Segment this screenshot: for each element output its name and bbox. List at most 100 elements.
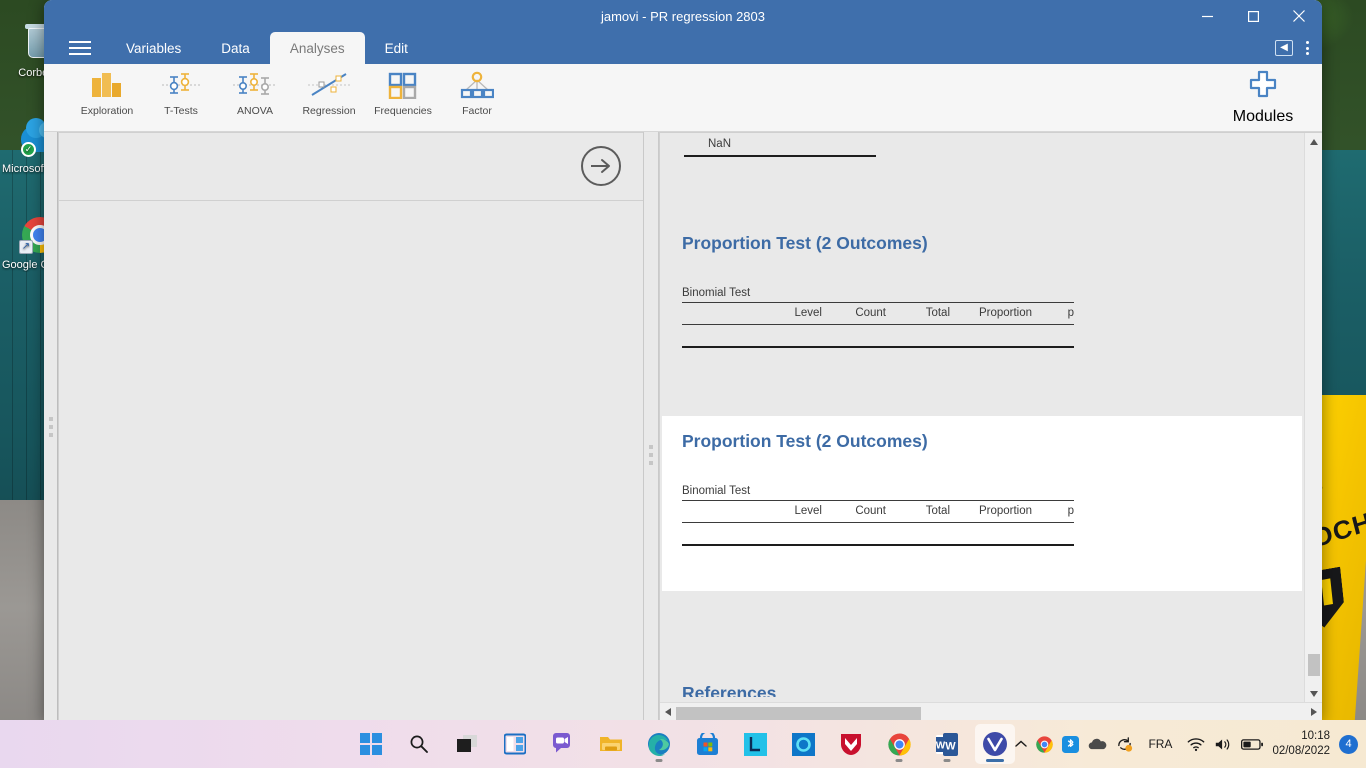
ribbon-button-factor[interactable]: Factor — [440, 70, 514, 128]
ribbon-label: Exploration — [80, 105, 134, 117]
mcafee-shield-icon — [841, 733, 861, 755]
file-explorer-button[interactable] — [591, 724, 631, 764]
toggle-results-panel-icon[interactable]: ◀ — [1275, 40, 1293, 56]
scroll-left-arrow[interactable] — [660, 707, 676, 718]
left-splitter-handle[interactable] — [44, 132, 58, 722]
tray-wifi-icon[interactable] — [1187, 737, 1205, 752]
hide-options-arrow-button[interactable] — [581, 146, 621, 186]
microsoft-store-button[interactable] — [687, 724, 727, 764]
maximize-button[interactable] — [1230, 0, 1276, 32]
more-options-icon[interactable] — [1301, 41, 1314, 55]
system-tray: FRA 10:18 02/08/2022 4 — [1015, 720, 1358, 768]
svg-text:W: W — [945, 740, 956, 752]
taskbar-apps: W W — [351, 720, 1015, 768]
modules-button[interactable]: Modules — [1226, 70, 1300, 128]
tab-analyses[interactable]: Analyses — [269, 32, 365, 64]
mcafee-button[interactable] — [831, 724, 871, 764]
tray-language-indicator[interactable]: FRA — [1148, 737, 1172, 751]
tab-edit[interactable]: Edit — [365, 32, 428, 64]
ribbon-label: Frequencies — [374, 105, 432, 117]
scroll-right-arrow[interactable] — [1306, 707, 1322, 718]
panel-splitter-handle[interactable] — [643, 132, 659, 722]
lexibar-button[interactable] — [735, 724, 775, 764]
col-header: Proportion — [950, 302, 1032, 325]
jamovi-button[interactable] — [975, 724, 1015, 764]
table-caption: Binomial Test — [682, 287, 751, 299]
factor-icon — [460, 70, 494, 100]
ribbon-label: Factor — [462, 105, 492, 117]
blue-circle-app-icon — [791, 732, 815, 756]
col-header: Level — [760, 500, 822, 523]
clock-date: 02/08/2022 — [1272, 745, 1330, 757]
col-header — [682, 302, 760, 325]
scroll-up-arrow[interactable] — [1305, 133, 1322, 150]
widgets-icon — [504, 733, 526, 755]
table-row — [682, 522, 1074, 546]
results-panel: NaN Proportion Test (2 Outcomes) Binomia… — [659, 132, 1322, 722]
title-bar: jamovi - PR regression 2803 — [44, 0, 1322, 32]
ribbon-label: T-Tests — [164, 105, 198, 117]
window-controls — [1184, 0, 1322, 32]
ribbon-label: Regression — [302, 105, 356, 117]
plus-icon — [1249, 70, 1277, 103]
binomial-test-table: Level Count Total Proportion p — [682, 302, 1074, 348]
horizontal-scroll-thumb[interactable] — [676, 707, 921, 720]
blue-circle-app-button[interactable] — [783, 724, 823, 764]
ribbon-button-anova[interactable]: ANOVA — [218, 70, 292, 128]
task-view-button[interactable] — [447, 724, 487, 764]
col-header: Proportion — [950, 500, 1032, 523]
hamburger-menu-icon[interactable] — [54, 32, 106, 64]
folder-icon — [600, 737, 622, 751]
analysis-block-selected[interactable]: Proportion Test (2 Outcomes) Binomial Te… — [662, 416, 1302, 591]
edge-button[interactable] — [639, 724, 679, 764]
col-header: Count — [822, 500, 886, 523]
col-header: Count — [822, 302, 886, 325]
tray-onedrive-icon[interactable] — [1088, 737, 1107, 751]
results-vertical-scrollbar[interactable] — [1304, 133, 1322, 702]
ribbon-button-regression[interactable]: Regression — [292, 70, 366, 128]
analysis-block[interactable]: Proportion Test (2 Outcomes) Binomial Te… — [682, 233, 1074, 348]
results-horizontal-scrollbar[interactable] — [660, 702, 1322, 722]
col-header — [682, 500, 760, 523]
ribbon-button-t-tests[interactable]: T-Tests — [144, 70, 218, 128]
tray-chrome-icon[interactable] — [1036, 735, 1054, 753]
vertical-scroll-thumb[interactable] — [1308, 654, 1320, 676]
chrome-button[interactable] — [879, 724, 919, 764]
scroll-down-arrow[interactable] — [1305, 685, 1322, 702]
tray-volume-icon[interactable] — [1214, 737, 1232, 752]
tab-variables[interactable]: Variables — [106, 32, 201, 64]
ribbon-button-frequencies[interactable]: Frequencies — [366, 70, 440, 128]
tray-bluetooth-icon[interactable] — [1062, 735, 1080, 753]
close-button[interactable] — [1276, 0, 1322, 32]
word-button[interactable]: W W — [927, 724, 967, 764]
previous-table-remnant: NaN — [684, 138, 876, 157]
table-bottom-rule — [684, 155, 876, 157]
nan-cell: NaN — [708, 138, 732, 150]
word-icon: W W — [936, 732, 958, 756]
widgets-button[interactable] — [495, 724, 535, 764]
minimize-button[interactable] — [1184, 0, 1230, 32]
ribbon-button-exploration[interactable]: Exploration — [70, 70, 144, 128]
tray-chevron-up-icon[interactable] — [1015, 740, 1028, 748]
references-heading: References — [682, 683, 777, 697]
table-caption: Binomial Test — [682, 485, 751, 497]
clock-time: 10:18 — [1301, 730, 1330, 742]
teams-chat-button[interactable] — [543, 724, 583, 764]
svg-text:W: W — [936, 740, 946, 751]
window-title: jamovi - PR regression 2803 — [600, 8, 766, 24]
tray-sync-icon[interactable] — [1116, 736, 1133, 753]
analysis-options-panel — [58, 132, 643, 722]
taskbar-clock[interactable]: 10:18 02/08/2022 — [1272, 729, 1330, 759]
tab-data[interactable]: Data — [201, 32, 270, 64]
notification-badge[interactable]: 4 — [1339, 734, 1358, 754]
col-header: p — [1032, 302, 1074, 325]
jamovi-window: jamovi - PR regression 2803 Variables Da… — [44, 0, 1322, 722]
start-button[interactable] — [351, 724, 391, 764]
task-view-icon — [457, 735, 477, 752]
tray-battery-icon[interactable] — [1241, 738, 1264, 751]
search-button[interactable] — [399, 724, 439, 764]
col-header: Level — [760, 302, 822, 325]
chat-icon — [553, 733, 570, 753]
shortcut-arrow-icon: ↗ — [19, 240, 33, 254]
results-content: NaN Proportion Test (2 Outcomes) Binomia… — [660, 133, 1304, 702]
